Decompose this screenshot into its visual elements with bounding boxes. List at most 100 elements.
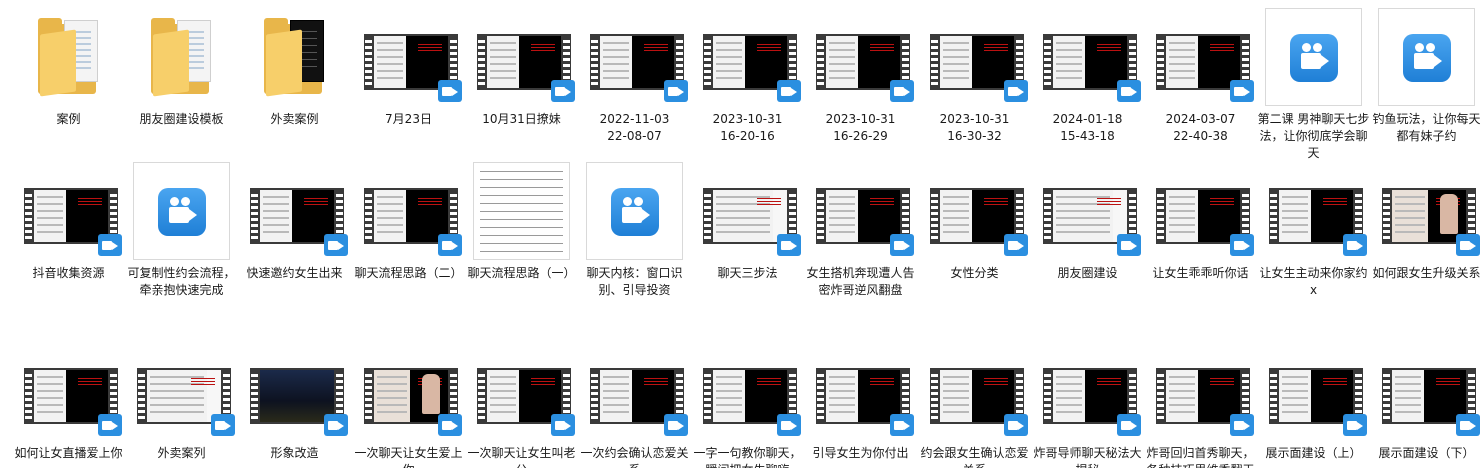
video-thumbnail [1039, 8, 1141, 106]
video-thumbnail [586, 342, 688, 440]
folder-icon [133, 8, 230, 106]
file-name-label: 外卖案列 [157, 446, 206, 460]
video-thumbnail [812, 8, 914, 106]
video-app-icon [586, 162, 683, 260]
file-name-label: 2022-11-03 22-08-07 [599, 112, 670, 143]
video-badge-icon [1117, 234, 1141, 256]
video-badge-icon [664, 80, 688, 102]
video-thumbnail [699, 342, 801, 440]
video-badge-icon [211, 414, 235, 436]
video-thumbnail [1378, 162, 1480, 260]
folder-icon [246, 8, 343, 106]
video-badge-icon [98, 414, 122, 436]
file-name-label: 7月23日 [385, 112, 432, 126]
video-badge-icon [324, 414, 348, 436]
video-thumbnail [812, 342, 914, 440]
file-name-label: 2023-10-31 16-20-16 [712, 112, 783, 143]
video-badge-icon [890, 80, 914, 102]
video-thumbnail [473, 8, 575, 106]
file-name-label: 2024-03-07 22-40-38 [1165, 112, 1236, 143]
video-badge-icon [890, 234, 914, 256]
file-name-label: 一次聊天让女生叫老公 [467, 446, 576, 468]
file-name-label: 聊天三步法 [717, 266, 778, 280]
file-name-label: 2023-10-31 16-26-29 [825, 112, 896, 143]
video-thumbnail [1039, 342, 1141, 440]
document-thumbnail [473, 162, 570, 260]
video-badge-icon [1004, 234, 1028, 256]
video-badge-icon [1117, 80, 1141, 102]
file-grid: 案例 朋友圈建设模板 外卖案例 7月23日 10月31日撩妹 2022-11-03 22-… [0, 0, 1483, 468]
video-badge-icon [98, 234, 122, 256]
video-badge-icon [551, 414, 575, 436]
video-badge-icon [551, 80, 575, 102]
folder-icon [20, 8, 117, 106]
video-thumbnail [360, 342, 462, 440]
file-name-label: 2024-01-18 15-43-18 [1052, 112, 1123, 143]
video-badge-icon [777, 80, 801, 102]
video-badge-icon [1343, 414, 1367, 436]
file-name-label: 聊天内核：窗口识别、引导投资 [586, 266, 683, 297]
file-name-label: 可复制性约会流程，牵亲抱快速完成 [127, 266, 236, 297]
video-thumbnail [133, 342, 235, 440]
video-badge-icon [324, 234, 348, 256]
file-name-label: 朋友圈建设模板 [139, 112, 224, 126]
file-name-label: 一次聊天让女生爱上你 [354, 446, 463, 468]
video-badge-icon [1230, 234, 1254, 256]
file-name-label: 第二课 男神聊天七步法，让你彻底学会聊天 [1257, 112, 1370, 160]
file-name-label: 女性分类 [950, 266, 999, 280]
file-name-label: 一字一句教你聊天，瞬间把女生聊嗨 [693, 446, 802, 468]
video-thumbnail [1265, 162, 1367, 260]
video-thumbnail [812, 162, 914, 260]
video-badge-icon [438, 80, 462, 102]
video-badge-icon [664, 414, 688, 436]
video-thumbnail [20, 162, 122, 260]
file-name-label: 钓鱼玩法，让你每天都有妹子约 [1372, 112, 1481, 143]
video-badge-icon [890, 414, 914, 436]
video-badge-icon [1004, 414, 1028, 436]
video-thumbnail [1265, 342, 1367, 440]
video-thumbnail [246, 162, 348, 260]
file-name-label: 展示面建设（上） [1265, 446, 1362, 460]
video-app-icon [1265, 8, 1362, 106]
video-thumbnail [699, 8, 801, 106]
file-name-label: 形象改造 [270, 446, 319, 460]
video-badge-icon [1117, 414, 1141, 436]
file-name-label: 聊天流程思路（二） [354, 266, 463, 280]
video-thumbnail [473, 342, 575, 440]
file-name-label: 快速邀约女生出来 [246, 266, 343, 280]
video-badge-icon [438, 234, 462, 256]
video-badge-icon [1230, 414, 1254, 436]
video-app-icon [1378, 8, 1475, 106]
video-badge-icon [1343, 234, 1367, 256]
file-name-label: 让女生主动来你家约x [1259, 266, 1368, 297]
video-badge-icon [1456, 234, 1480, 256]
video-thumbnail [699, 162, 801, 260]
video-thumbnail [1152, 8, 1254, 106]
video-thumbnail [360, 8, 462, 106]
video-thumbnail [586, 8, 688, 106]
video-badge-icon [438, 414, 462, 436]
video-badge-icon [777, 234, 801, 256]
video-thumbnail [360, 162, 462, 260]
video-thumbnail [1152, 342, 1254, 440]
file-name-label: 如何让女直播爱上你 [14, 446, 123, 460]
video-thumbnail [1039, 162, 1141, 260]
video-thumbnail [246, 342, 348, 440]
file-name-label: 女生搭机奔现遭人告密炸哥逆风翻盘 [806, 266, 915, 297]
video-thumbnail [926, 8, 1028, 106]
video-badge-icon [1230, 80, 1254, 102]
video-thumbnail [926, 162, 1028, 260]
video-badge-icon [1456, 414, 1480, 436]
video-thumbnail [20, 342, 122, 440]
file-name-label: 一次约会确认恋爱关系 [580, 446, 689, 468]
file-name-label: 10月31日撩妹 [482, 112, 561, 126]
file-name-label: 约会跟女生确认恋爱关系 [920, 446, 1029, 468]
file-name-label: 炸哥回归首秀聊天，各种技巧思维秀翻天 [1146, 446, 1255, 468]
video-badge-icon [777, 414, 801, 436]
file-name-label: 2023-10-31 16-30-32 [939, 112, 1010, 143]
file-name-label: 案例 [56, 112, 81, 126]
file-name-label: 抖音收集资源 [32, 266, 105, 280]
video-thumbnail [1378, 342, 1480, 440]
file-name-label: 聊天流程思路（一） [467, 266, 576, 280]
file-name-label: 外卖案例 [270, 112, 319, 126]
